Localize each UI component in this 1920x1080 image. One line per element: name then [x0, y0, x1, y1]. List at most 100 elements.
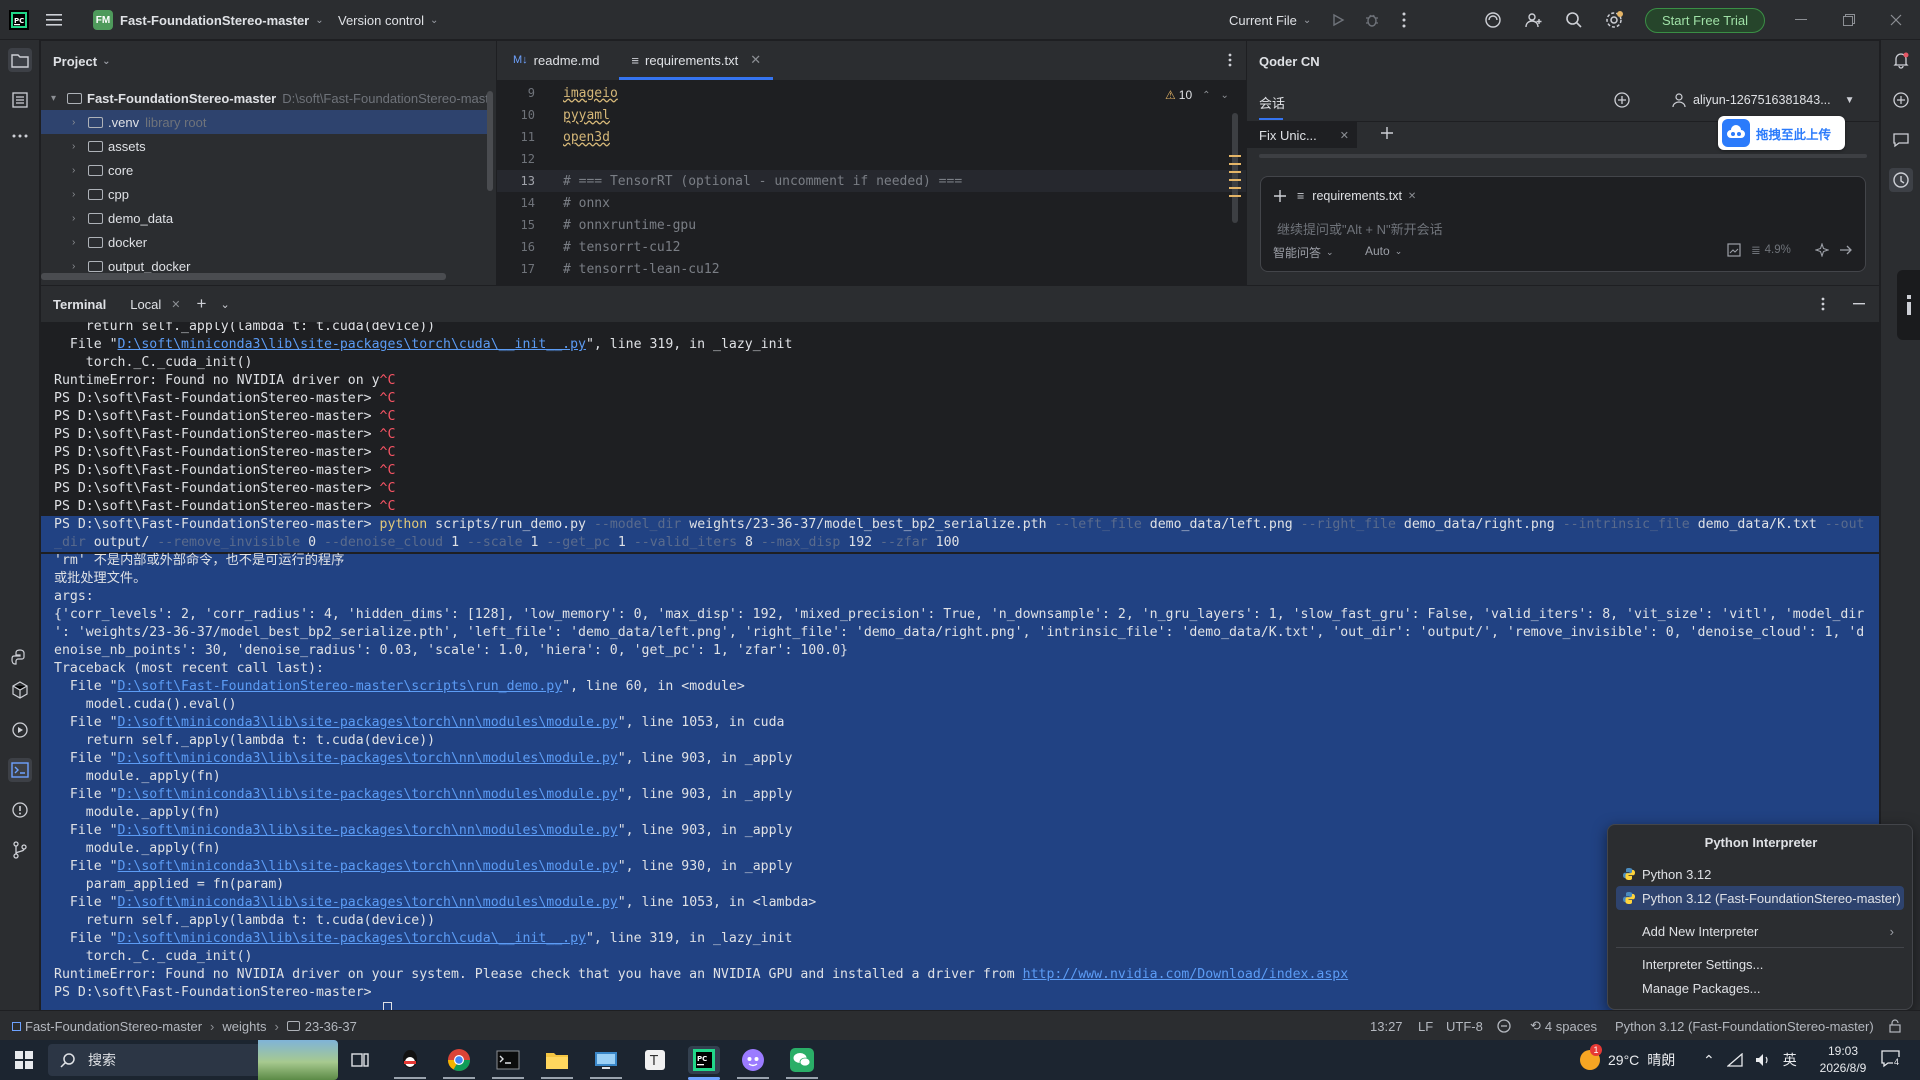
start-free-trial-button[interactable]: Start Free Trial — [1645, 8, 1765, 33]
terminal-tab-local[interactable]: Local ✕ — [130, 286, 180, 322]
file-link[interactable]: D:\soft\miniconda3\lib\site-packages\tor… — [118, 751, 618, 766]
problems-icon[interactable] — [8, 798, 32, 822]
file-explorer-icon[interactable] — [541, 1046, 573, 1074]
chevron-up-icon[interactable]: ⌃ — [1202, 90, 1210, 101]
python-console-icon[interactable] — [8, 646, 32, 670]
terminal-tool-icon[interactable] — [8, 758, 32, 782]
tab-requirements[interactable]: ≡ requirements.txt ✕ — [619, 40, 773, 80]
qq-app-icon[interactable] — [394, 1046, 426, 1074]
tree-item-docker[interactable]: › docker — [72, 230, 147, 254]
restore-icon[interactable] — [1843, 0, 1855, 40]
add-chat-icon[interactable] — [1379, 125, 1395, 141]
project-panel-header[interactable]: Project ⌄ — [41, 41, 496, 81]
terminal-output[interactable]: return self._apply(lambda t: t.cuda(devi… — [41, 322, 1879, 1010]
chat-input[interactable]: 继续提问或"Alt + N"新开会话 — [1277, 219, 1443, 238]
mascot-app-icon[interactable] — [737, 1046, 769, 1074]
add-new-interpreter-item[interactable]: Add New Interpreter › — [1616, 919, 1904, 943]
breadcrumb-item[interactable]: weights — [222, 1019, 266, 1034]
send-arrow-icon[interactable] — [1839, 243, 1853, 257]
chevron-up-icon[interactable]: ⌃ — [1703, 1052, 1715, 1069]
line-separator[interactable]: LF — [1418, 1011, 1433, 1041]
file-link[interactable]: D:\soft\Fast-FoundationStereo-master\scr… — [118, 679, 563, 694]
project-switcher[interactable]: FM Fast-FoundationStereo-master ⌄ — [93, 0, 324, 40]
interpreter-status[interactable]: Python 3.12 (Fast-FoundationStereo-maste… — [1615, 1011, 1874, 1041]
debug-icon[interactable] — [1364, 0, 1380, 40]
run-icon[interactable] — [1331, 0, 1345, 40]
add-context-icon[interactable] — [1271, 187, 1289, 205]
text-editor-app-icon[interactable]: T — [639, 1046, 671, 1074]
file-link[interactable]: D:\soft\miniconda3\lib\site-packages\tor… — [118, 787, 618, 802]
file-link[interactable]: D:\soft\miniconda3\lib\site-packages\tor… — [118, 859, 618, 874]
task-view-icon[interactable] — [344, 1046, 376, 1074]
code-area[interactable]: 9 imageio 10 pyyaml 11 open3d 12 13 # === Te… — [497, 82, 1246, 285]
weather-widget[interactable]: 1 29°C 晴朗 — [1580, 1040, 1675, 1080]
close-tab-icon[interactable]: ✕ — [750, 52, 761, 68]
notifications-bell-icon[interactable] — [1889, 48, 1913, 72]
new-terminal-icon[interactable]: + — [197, 294, 207, 314]
clock[interactable]: 19:03 2026/8/9 — [1815, 1043, 1871, 1077]
notification-center-icon[interactable]: 4 — [1880, 1048, 1902, 1070]
main-menu-icon[interactable] — [46, 0, 64, 40]
indent-setting[interactable]: ⟲ 4 spaces — [1530, 1011, 1597, 1041]
tree-item-core[interactable]: › core — [72, 158, 133, 182]
ai-chat-icon[interactable] — [1889, 88, 1913, 112]
search-icon[interactable] — [1565, 0, 1583, 40]
pycharm-app-icon[interactable]: PC — [688, 1046, 720, 1074]
image-attach-icon[interactable] — [1727, 243, 1741, 257]
more-actions-icon[interactable] — [1402, 0, 1406, 40]
lock-icon[interactable] — [1888, 1011, 1902, 1041]
interpreter-option-python312-project[interactable]: Python 3.12 (Fast-FoundationStereo-maste… — [1616, 886, 1904, 910]
file-link[interactable]: D:\soft\miniconda3\lib\site-packages\tor… — [118, 337, 586, 352]
qoder-icon[interactable] — [1889, 168, 1913, 192]
model-selector[interactable]: Auto ⌄ — [1365, 244, 1402, 258]
ime-indicator[interactable]: 英 — [1783, 1050, 1797, 1070]
upload-drop-badge[interactable]: 拖拽至此上传 — [1718, 116, 1845, 150]
file-link[interactable]: D:\soft\miniconda3\lib\site-packages\tor… — [118, 895, 618, 910]
wechat-app-icon[interactable] — [786, 1046, 818, 1074]
terminal-app-icon[interactable] — [492, 1046, 524, 1074]
close-icon[interactable]: ✕ — [1340, 129, 1349, 142]
breadcrumb-item[interactable]: 23-36-37 — [305, 1019, 357, 1034]
git-branch-icon[interactable] — [8, 838, 32, 862]
close-window-icon[interactable] — [1890, 0, 1902, 40]
code-with-me-icon[interactable] — [1525, 0, 1543, 40]
chevron-down-icon[interactable]: ⌄ — [220, 298, 229, 311]
minimize-icon[interactable] — [1795, 0, 1807, 40]
windows-start-icon[interactable] — [8, 1046, 40, 1074]
tree-item-demo-data[interactable]: › demo_data — [72, 206, 173, 230]
tree-item-assets[interactable]: › assets — [72, 134, 146, 158]
manage-packages-item[interactable]: Manage Packages... — [1616, 976, 1904, 1000]
scroll-handle-widget[interactable] — [1897, 270, 1920, 340]
terminal-options-icon[interactable] — [1821, 297, 1825, 311]
chat-tab[interactable]: Fix Unic... ✕ — [1247, 122, 1357, 148]
chat-scrollbar[interactable] — [1259, 154, 1867, 158]
run-config-selector[interactable]: Current File ⌄ — [1229, 0, 1311, 40]
taskbar-search[interactable]: 搜索 — [48, 1040, 338, 1080]
project-tool-icon[interactable] — [8, 48, 32, 72]
tab-session[interactable]: 会话 — [1259, 93, 1285, 112]
file-encoding[interactable]: UTF-8 — [1446, 1011, 1483, 1041]
file-link[interactable]: D:\soft\miniconda3\lib\site-packages\tor… — [118, 715, 618, 730]
structure-tool-icon[interactable] — [8, 88, 32, 112]
editor-tabs-more-icon[interactable] — [1228, 40, 1246, 80]
vertical-scrollbar[interactable] — [487, 91, 493, 191]
ai-assistant-icon[interactable] — [1484, 0, 1502, 40]
more-tools-icon[interactable] — [8, 124, 32, 148]
comments-icon[interactable] — [1889, 128, 1913, 152]
breadcrumb-item[interactable]: Fast-FoundationStereo-master — [25, 1019, 202, 1034]
file-link[interactable]: D:\soft\miniconda3\lib\site-packages\tor… — [118, 931, 586, 946]
close-icon[interactable]: ✕ — [1408, 191, 1416, 202]
interpreter-settings-item[interactable]: Interpreter Settings... — [1616, 952, 1904, 976]
tree-root[interactable]: ▾ Fast-FoundationStereo-master D:\soft\F… — [51, 86, 489, 110]
python-packages-icon[interactable] — [8, 678, 32, 702]
new-session-icon[interactable] — [1613, 91, 1631, 109]
inspection-widget[interactable]: ⚠ 10 ⌃ ⌄ — [1165, 86, 1229, 104]
file-link[interactable]: http://www.nvidia.com/Download/index.asp… — [1023, 967, 1349, 982]
tree-item-cpp[interactable]: › cpp — [72, 182, 129, 206]
version-control-menu[interactable]: Version control ⌄ — [338, 0, 438, 40]
settings-gear-icon[interactable] — [1604, 0, 1624, 40]
mode-selector[interactable]: 智能问答 ⌄ — [1273, 244, 1334, 261]
chevron-down-icon[interactable]: ⌄ — [1221, 90, 1229, 101]
remote-desktop-icon[interactable] — [590, 1046, 622, 1074]
tree-item-venv[interactable]: › .venv library root — [41, 110, 487, 134]
